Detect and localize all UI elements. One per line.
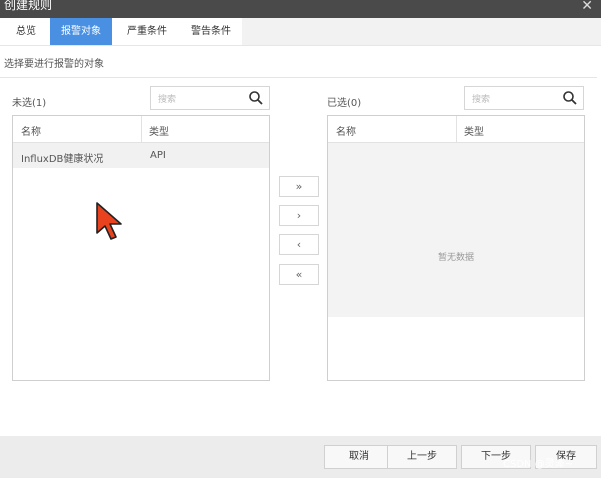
prev-step-button[interactable]: 上一步 <box>387 445 457 469</box>
window-title: 创建规则 <box>4 0 53 12</box>
tab-overview[interactable]: 总览 <box>4 18 48 45</box>
column-name-header: 名称 <box>21 127 41 138</box>
tab-alarm-target[interactable]: 报警对象 <box>50 18 112 45</box>
tab-warning-condition[interactable]: 警告条件 <box>180 18 242 45</box>
move-all-right-button[interactable]: » <box>279 176 319 197</box>
empty-state: 暂无数据 <box>328 143 584 317</box>
search-icon[interactable] <box>562 90 578 106</box>
selected-title: 已选(0) <box>327 98 362 109</box>
search-icon[interactable] <box>248 90 264 106</box>
mouse-pointer-icon <box>96 202 122 240</box>
tab-bar: 总览 报警对象 严重条件 警告条件 <box>0 18 601 46</box>
move-all-left-button[interactable]: « <box>279 264 319 285</box>
move-left-button[interactable]: ‹ <box>279 234 319 255</box>
instruction-text: 选择要进行报警的对象 <box>4 59 104 70</box>
column-separator <box>456 116 457 142</box>
column-separator <box>141 116 142 142</box>
close-icon[interactable]: ✕ <box>581 0 593 13</box>
search-placeholder: 搜索 <box>158 95 177 105</box>
column-type-header: 类型 <box>464 127 484 138</box>
table-row[interactable]: InfluxDB健康状况 API <box>13 143 269 168</box>
empty-text: 暂无数据 <box>437 253 474 263</box>
unselected-title: 未选(1) <box>12 98 47 109</box>
table-header: 名称 类型 <box>13 116 269 143</box>
window-titlebar: 创建规则 ✕ <box>0 0 601 18</box>
unselected-search-input[interactable]: 搜索 <box>150 86 270 110</box>
row-type: API <box>150 150 166 161</box>
row-name: InfluxDB健康状况 <box>21 154 104 165</box>
divider <box>0 77 597 78</box>
watermark: CSDN @灵泽~ <box>503 459 574 470</box>
table-header: 名称 类型 <box>328 116 584 143</box>
move-right-button[interactable]: › <box>279 205 319 226</box>
unselected-list: 名称 类型 InfluxDB健康状况 API <box>12 115 270 381</box>
selected-list: 名称 类型 暂无数据 <box>327 115 585 381</box>
search-placeholder: 搜索 <box>472 95 491 105</box>
tab-severity-condition[interactable]: 严重条件 <box>114 18 180 45</box>
selected-search-input[interactable]: 搜索 <box>464 86 584 110</box>
column-type-header: 类型 <box>149 127 169 138</box>
column-name-header: 名称 <box>336 127 356 138</box>
cancel-button[interactable]: 取消 <box>324 445 394 469</box>
tab-bar-filler <box>242 18 601 45</box>
